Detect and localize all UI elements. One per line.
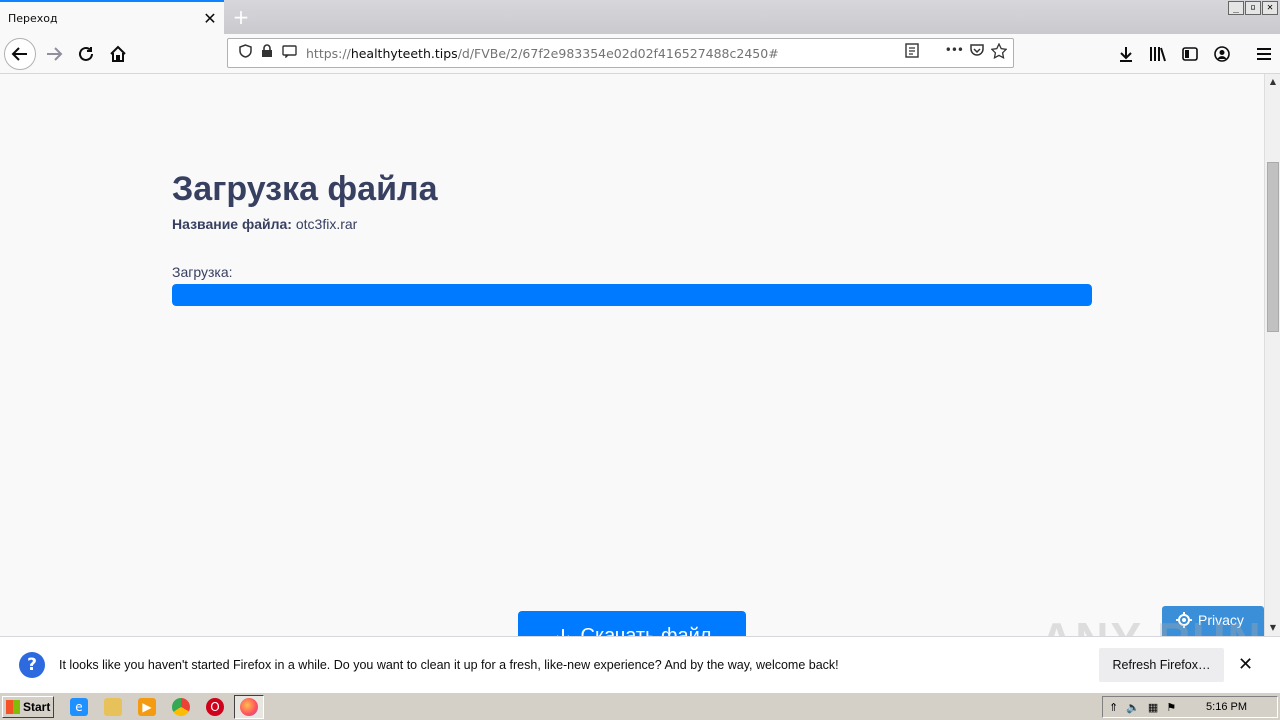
sidebar-icon bbox=[1182, 47, 1198, 61]
download-arrow-icon bbox=[556, 629, 569, 636]
lock-icon[interactable] bbox=[256, 44, 278, 62]
url-host: healthyteeth.tips bbox=[350, 45, 458, 61]
close-window-button[interactable]: ✕ bbox=[1262, 1, 1278, 15]
file-name-label: Название файла: bbox=[172, 216, 292, 232]
chrome-icon[interactable] bbox=[172, 698, 190, 716]
scroll-down-arrow-icon[interactable]: ▼ bbox=[1265, 620, 1280, 636]
scroll-thumb[interactable] bbox=[1267, 162, 1279, 332]
account-button[interactable] bbox=[1206, 38, 1238, 70]
scroll-up-arrow-icon[interactable]: ▲ bbox=[1265, 74, 1280, 90]
download-progress-bar bbox=[172, 284, 1092, 306]
back-button[interactable] bbox=[4, 38, 36, 70]
page-title: Загрузка файла bbox=[172, 170, 438, 208]
library-icon bbox=[1150, 47, 1166, 62]
restore-button[interactable]: ▫ bbox=[1245, 1, 1261, 15]
system-tray: ⇑ 🔈 ▦ ⚑ 5:16 PM bbox=[1102, 696, 1278, 718]
home-icon bbox=[110, 45, 126, 62]
notification-close-icon[interactable]: ✕ bbox=[1238, 654, 1253, 675]
question-icon: ? bbox=[19, 652, 45, 678]
url-path: /d/FVBe/2/67f2e983354e02d02f416527488c24… bbox=[457, 45, 779, 61]
file-name-row: Название файла: otc3fix.rar bbox=[172, 216, 357, 232]
tab-strip: Переход ✕ + _ ▫ ✕ bbox=[0, 0, 1280, 34]
url-text: https://healthyteeth.tips/d/FVBe/2/67f2e… bbox=[306, 46, 905, 61]
home-button[interactable] bbox=[102, 38, 134, 70]
ie-icon[interactable]: e bbox=[70, 698, 88, 716]
explorer-folder-icon[interactable] bbox=[104, 698, 122, 716]
downloads-button[interactable] bbox=[1110, 38, 1142, 70]
hamburger-icon bbox=[1257, 48, 1271, 60]
tab-active[interactable]: Переход ✕ bbox=[0, 0, 224, 34]
account-icon bbox=[1214, 46, 1230, 62]
firefox-taskbar-button[interactable] bbox=[234, 695, 264, 719]
back-arrow-icon bbox=[11, 47, 27, 61]
shield-icon[interactable] bbox=[234, 44, 256, 62]
reload-icon bbox=[79, 46, 93, 61]
start-label: Start bbox=[23, 700, 51, 714]
url-prefix: https:// bbox=[306, 45, 351, 61]
window-controls: _ ▫ ✕ bbox=[1228, 1, 1278, 15]
download-icon bbox=[1120, 47, 1132, 62]
network-icon[interactable]: ▦ bbox=[1148, 701, 1158, 714]
forward-button[interactable] bbox=[38, 38, 70, 70]
tab-close-icon[interactable]: ✕ bbox=[200, 8, 220, 28]
tab-title: Переход bbox=[8, 11, 58, 25]
permissions-icon[interactable] bbox=[278, 44, 300, 62]
bookmark-star-icon[interactable] bbox=[990, 42, 1008, 63]
pocket-icon[interactable] bbox=[969, 43, 985, 63]
sidebar-button[interactable] bbox=[1174, 38, 1206, 70]
start-button[interactable]: Start bbox=[2, 696, 54, 718]
volume-icon[interactable]: 🔈 bbox=[1126, 701, 1140, 714]
menu-button[interactable] bbox=[1248, 38, 1280, 70]
minimize-button[interactable]: _ bbox=[1228, 1, 1244, 15]
nav-bar: https://healthyteeth.tips/d/FVBe/2/67f2e… bbox=[0, 34, 1280, 74]
notification-bar: ? It looks like you haven't started Fire… bbox=[0, 636, 1280, 692]
notification-message: It looks like you haven't started Firefo… bbox=[59, 658, 839, 672]
page-content: Загрузка файла Название файла: otc3fix.r… bbox=[0, 74, 1264, 636]
opera-icon[interactable]: O bbox=[206, 698, 224, 716]
windows-logo-icon bbox=[6, 700, 20, 714]
taskbar: Start e ▶ O ⇑ 🔈 ▦ ⚑ 5:16 PM bbox=[0, 692, 1280, 720]
file-name-value: otc3fix.rar bbox=[295, 216, 358, 232]
action-center-flag-icon[interactable]: ⚑ bbox=[1166, 701, 1176, 714]
download-file-button[interactable]: Скачать файл bbox=[518, 611, 746, 636]
refresh-firefox-button[interactable]: Refresh Firefox… bbox=[1099, 648, 1224, 682]
clock: 5:16 PM bbox=[1206, 701, 1247, 713]
download-label: Загрузка: bbox=[172, 264, 233, 280]
library-button[interactable] bbox=[1142, 38, 1174, 70]
new-tab-button[interactable]: + bbox=[228, 4, 254, 30]
page-actions-icon[interactable]: ••• bbox=[945, 43, 964, 63]
forward-arrow-icon bbox=[47, 47, 63, 61]
reader-view-icon[interactable] bbox=[905, 43, 919, 63]
tray-expand-icon[interactable]: ⇑ bbox=[1109, 701, 1118, 714]
media-player-icon[interactable]: ▶ bbox=[138, 698, 156, 716]
progress-fill bbox=[172, 284, 1092, 306]
firefox-icon bbox=[240, 698, 258, 716]
vertical-scrollbar[interactable]: ▲ ▼ bbox=[1264, 74, 1280, 636]
download-file-label: Скачать файл bbox=[580, 625, 712, 636]
url-bar[interactable]: https://healthyteeth.tips/d/FVBe/2/67f2e… bbox=[227, 38, 1014, 68]
reload-button[interactable] bbox=[70, 38, 102, 70]
